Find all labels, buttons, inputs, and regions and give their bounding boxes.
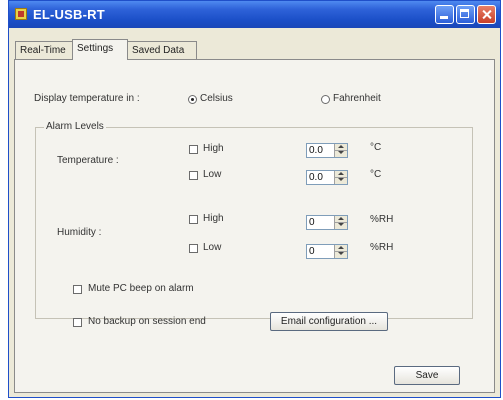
tab-real-time[interactable]: Real-Time <box>15 41 73 59</box>
hum-low-value[interactable]: 0 <box>309 246 315 257</box>
temp-low-unit: °C <box>370 169 382 180</box>
fahrenheit-radio[interactable] <box>321 95 330 104</box>
tab-saved-data[interactable]: Saved Data <box>127 41 197 59</box>
hum-low-label[interactable]: Low <box>203 242 221 253</box>
temp-high-checkbox[interactable] <box>189 145 198 154</box>
temp-high-value[interactable]: 0.0 <box>309 145 323 156</box>
hum-high-value[interactable]: 0 <box>309 217 315 228</box>
no-backup-checkbox[interactable] <box>73 318 82 327</box>
hum-high-spin-buttons[interactable] <box>334 216 347 229</box>
close-button[interactable] <box>477 5 496 24</box>
email-configuration-button[interactable]: Email configuration ... <box>270 312 388 331</box>
hum-high-spinner[interactable]: 0 <box>306 215 348 230</box>
window-title: EL-USB-RT <box>33 7 105 22</box>
temp-low-checkbox[interactable] <box>189 171 198 180</box>
temp-low-spinner[interactable]: 0.0 <box>306 170 348 185</box>
spin-down-icon[interactable] <box>335 251 347 257</box>
mute-beep-label[interactable]: Mute PC beep on alarm <box>88 283 194 294</box>
celsius-label[interactable]: Celsius <box>200 93 233 104</box>
settings-panel: Display temperature in : Celsius Fahrenh… <box>14 59 495 393</box>
temp-high-spin-buttons[interactable] <box>334 144 347 157</box>
temp-high-spinner[interactable]: 0.0 <box>306 143 348 158</box>
app-window: EL-USB-RT Real-Time Settings Saved Data … <box>8 0 501 398</box>
app-icon <box>15 8 27 20</box>
hum-low-unit: %RH <box>370 242 394 253</box>
title-bar[interactable]: EL-USB-RT <box>9 1 500 28</box>
no-backup-label[interactable]: No backup on session end <box>88 316 206 327</box>
minimize-button[interactable] <box>435 5 454 24</box>
temperature-label: Temperature : <box>57 155 119 166</box>
alarm-levels-title: Alarm Levels <box>44 121 106 132</box>
hum-low-spinner[interactable]: 0 <box>306 244 348 259</box>
temp-high-label[interactable]: High <box>203 143 224 154</box>
celsius-radio[interactable] <box>188 95 197 104</box>
temp-low-label[interactable]: Low <box>203 169 221 180</box>
hum-low-checkbox[interactable] <box>189 244 198 253</box>
spin-down-icon[interactable] <box>335 222 347 228</box>
spin-down-icon[interactable] <box>335 150 347 156</box>
mute-beep-checkbox[interactable] <box>73 285 82 294</box>
hum-high-checkbox[interactable] <box>189 215 198 224</box>
hum-high-label[interactable]: High <box>203 213 224 224</box>
hum-high-unit: %RH <box>370 214 394 225</box>
maximize-button[interactable] <box>456 5 475 24</box>
display-temperature-label: Display temperature in : <box>34 93 140 104</box>
save-button[interactable]: Save <box>394 366 460 385</box>
hum-low-spin-buttons[interactable] <box>334 245 347 258</box>
humidity-label: Humidity : <box>57 227 102 238</box>
fahrenheit-label[interactable]: Fahrenheit <box>333 93 381 104</box>
temp-low-spin-buttons[interactable] <box>334 171 347 184</box>
temp-high-unit: °C <box>370 142 382 153</box>
tab-settings[interactable]: Settings <box>72 39 128 60</box>
temp-low-value[interactable]: 0.0 <box>309 172 323 183</box>
spin-down-icon[interactable] <box>335 177 347 183</box>
